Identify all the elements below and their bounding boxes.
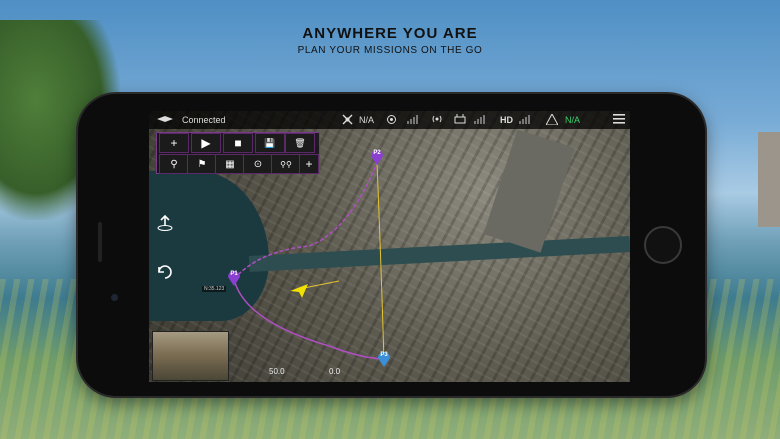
flag-tool-button[interactable]: ⚑ <box>187 154 217 174</box>
waypoint-marker-p3[interactable]: P3 <box>377 351 391 367</box>
save-button[interactable]: 💾 <box>255 133 285 153</box>
waypoint-label-p2: P2 <box>373 150 381 156</box>
add-tool-button[interactable]: + <box>299 154 319 174</box>
hd-signal-bars-icon <box>519 114 531 124</box>
drone-icon <box>155 113 175 125</box>
signal-b-value: N/A <box>565 115 581 125</box>
play-button[interactable]: ▶ <box>191 133 221 153</box>
takeoff-icon[interactable] <box>156 214 174 232</box>
signal-a-value: N/A <box>359 115 375 125</box>
background-tower <box>758 132 780 227</box>
headline-title: ANYWHERE YOU ARE <box>302 25 478 42</box>
signal-bars-icon <box>407 114 419 124</box>
video-quality: HD <box>500 115 513 125</box>
telemetry-left-value: 50.0 <box>269 367 285 376</box>
grid-tool-button[interactable]: ▦ <box>215 154 245 174</box>
connection-status: Connected <box>182 115 226 125</box>
focus-tool-button[interactable]: ⊙ <box>243 154 273 174</box>
mission-toolbar: + ▶ ■ 💾 🗑 ⚲ ⚑ ▦ ⊙ ⚲⚲ + <box>156 132 320 174</box>
phone-speaker <box>98 222 102 262</box>
return-home-icon[interactable] <box>156 263 174 281</box>
gps-icon <box>386 114 397 125</box>
waypoint-marker-p1[interactable]: P1 <box>227 270 241 286</box>
waypoint-label-p3: P3 <box>380 352 388 358</box>
rc-signal-bars-icon <box>474 114 486 124</box>
p1-coordinate-tag: N:35.123 <box>202 286 227 292</box>
aircraft-icon <box>290 284 308 303</box>
menu-icon[interactable] <box>613 114 625 124</box>
broadcast-icon <box>431 114 443 124</box>
satellite-icon <box>342 114 353 125</box>
stop-button[interactable]: ■ <box>223 133 253 153</box>
waypoint-tool-button[interactable]: ⚲ <box>159 154 189 174</box>
camera-preview[interactable] <box>152 331 229 381</box>
waypoint-label-p1: P1 <box>230 271 238 277</box>
obstacle-icon <box>546 114 558 125</box>
app-screen: Connected N/A HD N/A + ▶ ■ 💾 🗑 ⚲ ⚑ ▦ ⊙ ⚲… <box>149 111 630 382</box>
add-mission-button[interactable]: + <box>159 133 189 153</box>
phone-camera <box>111 294 118 301</box>
waypoint-marker-p2[interactable]: P2 <box>370 149 384 165</box>
delete-button[interactable]: 🗑 <box>285 133 315 153</box>
telemetry-right-value: 0.0 <box>329 367 341 376</box>
status-bar: Connected N/A HD N/A <box>149 111 630 129</box>
headline-subtitle: PLAN YOUR MISSIONS ON THE GO <box>297 45 483 56</box>
controller-icon <box>454 114 466 124</box>
home-button[interactable] <box>644 226 682 264</box>
poi-tool-button[interactable]: ⚲⚲ <box>271 154 301 174</box>
